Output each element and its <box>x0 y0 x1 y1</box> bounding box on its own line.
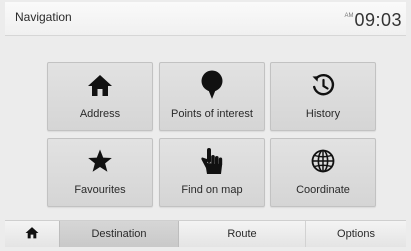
points-of-interest-label: Points of interest <box>171 108 253 120</box>
favourites-label: Favourites <box>74 184 126 196</box>
navigation-screen: Navigation AM 09:03 Address Points of in… <box>0 0 411 251</box>
house-icon <box>25 226 39 242</box>
address-label: Address <box>79 108 121 120</box>
tab-options[interactable]: Options <box>305 221 406 247</box>
house-icon <box>48 72 152 98</box>
pointing-hand-icon <box>160 148 264 174</box>
page-title: Navigation <box>15 10 72 24</box>
clock-ampm: AM <box>344 13 354 19</box>
tab-destination[interactable]: Destination <box>59 221 179 247</box>
destination-menu: Address Points of interest History Favou… <box>5 37 406 220</box>
globe-icon <box>271 148 375 174</box>
address-button[interactable]: Address <box>47 62 153 131</box>
map-pin-icon <box>160 70 264 99</box>
history-clock-icon <box>271 72 375 98</box>
bottom-tab-bar: Destination Route Options <box>5 220 406 247</box>
header-bar: Navigation AM 09:03 <box>5 2 406 36</box>
coordinate-label: Coordinate <box>296 184 350 196</box>
points-of-interest-button[interactable]: Points of interest <box>159 62 265 131</box>
coordinate-button[interactable]: Coordinate <box>270 138 376 207</box>
find-on-map-button[interactable]: Find on map <box>159 138 265 207</box>
history-button[interactable]: History <box>270 62 376 131</box>
find-on-map-label: Find on map <box>181 184 243 196</box>
favourites-button[interactable]: Favourites <box>47 138 153 207</box>
star-icon <box>48 148 152 174</box>
home-button[interactable] <box>5 221 59 247</box>
history-label: History <box>305 108 341 120</box>
tab-route[interactable]: Route <box>179 221 305 247</box>
clock-time: 09:03 <box>354 10 402 30</box>
clock: AM 09:03 <box>344 8 402 32</box>
